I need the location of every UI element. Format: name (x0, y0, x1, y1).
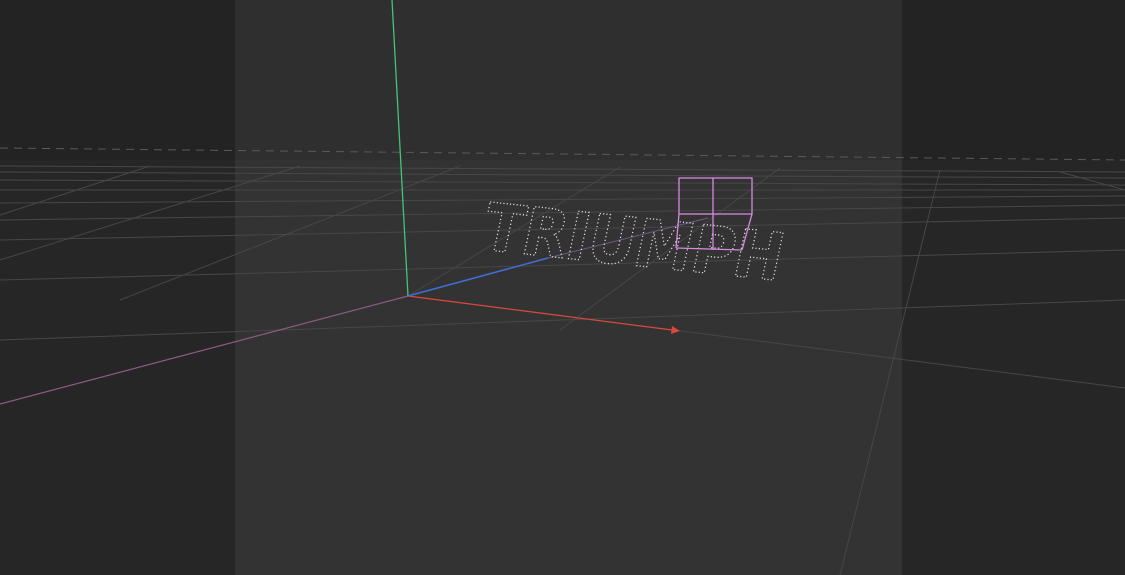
scene-canvas[interactable]: TRIUMPH (0, 0, 1125, 575)
sky-band (0, 0, 1125, 160)
3d-viewport[interactable]: TRIUMPH (0, 0, 1125, 575)
